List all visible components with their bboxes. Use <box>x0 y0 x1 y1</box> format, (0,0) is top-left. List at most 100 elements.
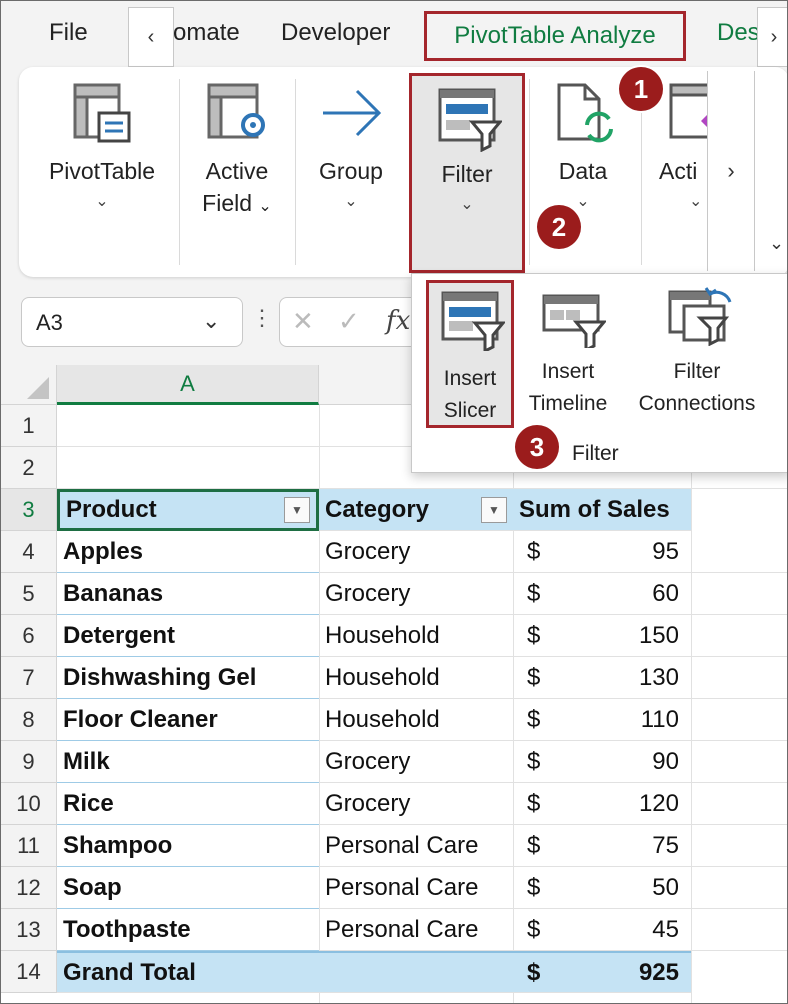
grand-total-value-cell[interactable]: $925 <box>513 951 691 993</box>
category-cell[interactable]: Personal Care <box>319 825 513 867</box>
insert-timeline-label-2: Timeline <box>528 392 608 415</box>
active-field-button[interactable]: Active Field ⌄ <box>187 67 287 267</box>
category-cell[interactable]: Household <box>319 657 513 699</box>
empty-cell[interactable] <box>691 867 787 909</box>
pivot-header-category[interactable]: Category ▼ <box>319 489 513 531</box>
pivottable-button[interactable]: PivotTable ⌄ <box>35 67 169 267</box>
sales-cell[interactable]: $60 <box>513 573 691 615</box>
pivot-header-product[interactable]: Product ▼ <box>57 489 319 531</box>
slicer-icon <box>441 291 505 351</box>
row-header[interactable]: 11 <box>1 825 57 867</box>
insert-function-icon[interactable]: fx <box>386 306 410 336</box>
pivot-header-sum-of-sales[interactable]: Sum of Sales <box>513 489 691 531</box>
filter-dropdown-button[interactable]: ▼ <box>481 496 507 523</box>
product-cell[interactable]: Detergent <box>57 615 319 657</box>
row-header[interactable]: 7 <box>1 657 57 699</box>
insert-slicer-button[interactable]: Insert Slicer <box>426 280 514 428</box>
tab-pivottable-analyze[interactable]: PivotTable Analyze <box>424 11 686 61</box>
select-all-triangle-icon <box>27 377 49 399</box>
product-cell[interactable]: Rice <box>57 783 319 825</box>
row-header[interactable]: 2 <box>1 447 57 489</box>
ribbon-scroll-right-button[interactable]: › <box>707 71 755 271</box>
ribbon-expand-chevron-icon[interactable]: ⌄ <box>769 233 784 254</box>
product-cell[interactable]: Apples <box>57 531 319 573</box>
product-cell[interactable]: Dishwashing Gel <box>57 657 319 699</box>
empty-cell[interactable] <box>691 531 787 573</box>
product-cell[interactable]: Toothpaste <box>57 909 319 951</box>
category-cell[interactable]: Grocery <box>319 783 513 825</box>
filter-button[interactable]: Filter ⌄ <box>409 73 525 273</box>
filter-label: Filter <box>441 161 493 187</box>
category-cell[interactable]: Household <box>319 699 513 741</box>
more-options-icon[interactable]: ⋮ <box>251 305 273 331</box>
tab-scroll-left-button[interactable]: ‹ <box>128 7 174 67</box>
category-cell[interactable]: Household <box>319 615 513 657</box>
empty-cell[interactable] <box>691 657 787 699</box>
row-header[interactable]: 4 <box>1 531 57 573</box>
empty-cell[interactable] <box>691 615 787 657</box>
sales-cell[interactable]: $50 <box>513 867 691 909</box>
actions-label: Acti <box>659 158 698 184</box>
filter-dropdown-button[interactable]: ▼ <box>284 497 310 523</box>
tab-scroll-right-button[interactable]: › <box>757 7 787 67</box>
product-cell[interactable]: Bananas <box>57 573 319 615</box>
product-cell[interactable]: Milk <box>57 741 319 783</box>
sales-cell[interactable]: $120 <box>513 783 691 825</box>
sales-cell[interactable]: $150 <box>513 615 691 657</box>
row-header[interactable]: 10 <box>1 783 57 825</box>
row-header[interactable]: 12 <box>1 867 57 909</box>
sales-value: 120 <box>638 789 679 817</box>
empty-cell[interactable] <box>691 783 787 825</box>
name-box[interactable]: A3 ⌄ <box>21 297 243 347</box>
sales-cell[interactable]: $130 <box>513 657 691 699</box>
cancel-icon[interactable]: ✕ <box>292 306 314 337</box>
sales-cell[interactable]: $75 <box>513 825 691 867</box>
currency-symbol: $ <box>527 705 541 733</box>
empty-cell[interactable] <box>691 741 787 783</box>
product-cell[interactable]: Shampoo <box>57 825 319 867</box>
tab-automate[interactable]: omate <box>173 19 240 47</box>
empty-cell[interactable] <box>691 825 787 867</box>
empty-cell[interactable] <box>691 909 787 951</box>
grand-total-label[interactable]: Grand Total <box>57 951 513 993</box>
sales-value: 90 <box>652 747 679 775</box>
column-header-a[interactable]: A <box>57 365 319 405</box>
empty-cell[interactable] <box>691 573 787 615</box>
tab-developer[interactable]: Developer <box>281 19 390 47</box>
row-header[interactable]: 5 <box>1 573 57 615</box>
pivottable-icon <box>73 83 131 143</box>
category-cell[interactable]: Grocery <box>319 741 513 783</box>
filter-connections-button[interactable]: Filter Connections <box>624 274 770 424</box>
tab-file[interactable]: File <box>49 19 88 47</box>
step-badge-2: 2 <box>537 205 581 249</box>
enter-check-icon[interactable]: ✓ <box>338 306 360 337</box>
empty-cell[interactable] <box>691 699 787 741</box>
row-header[interactable]: 1 <box>1 405 57 447</box>
column-header-b[interactable] <box>319 365 419 405</box>
row-header[interactable]: 3 <box>1 489 57 531</box>
sales-cell[interactable]: $45 <box>513 909 691 951</box>
product-cell[interactable]: Floor Cleaner <box>57 699 319 741</box>
row-header[interactable]: 6 <box>1 615 57 657</box>
tab-design[interactable]: Des <box>717 19 760 47</box>
row-header[interactable]: 14 <box>1 951 57 993</box>
row-header[interactable]: 13 <box>1 909 57 951</box>
chevron-down-icon: ⌄ <box>344 193 358 210</box>
sales-cell[interactable]: $110 <box>513 699 691 741</box>
category-cell[interactable]: Grocery <box>319 573 513 615</box>
sales-cell[interactable]: $95 <box>513 531 691 573</box>
timeline-icon <box>542 294 606 348</box>
select-all-corner[interactable] <box>1 365 57 405</box>
row-header[interactable]: 9 <box>1 741 57 783</box>
header-label: Category <box>325 495 430 523</box>
sales-cell[interactable]: $90 <box>513 741 691 783</box>
row-header[interactable]: 8 <box>1 699 57 741</box>
category-cell[interactable]: Grocery <box>319 531 513 573</box>
category-cell[interactable]: Personal Care <box>319 909 513 951</box>
group-button[interactable]: Group ⌄ <box>303 67 399 267</box>
product-cell[interactable]: Soap <box>57 867 319 909</box>
insert-timeline-button[interactable]: Insert Timeline <box>520 274 616 424</box>
category-cell[interactable]: Personal Care <box>319 867 513 909</box>
step-badge-3: 3 <box>515 425 559 469</box>
chevron-down-icon[interactable]: ⌄ <box>202 308 220 334</box>
